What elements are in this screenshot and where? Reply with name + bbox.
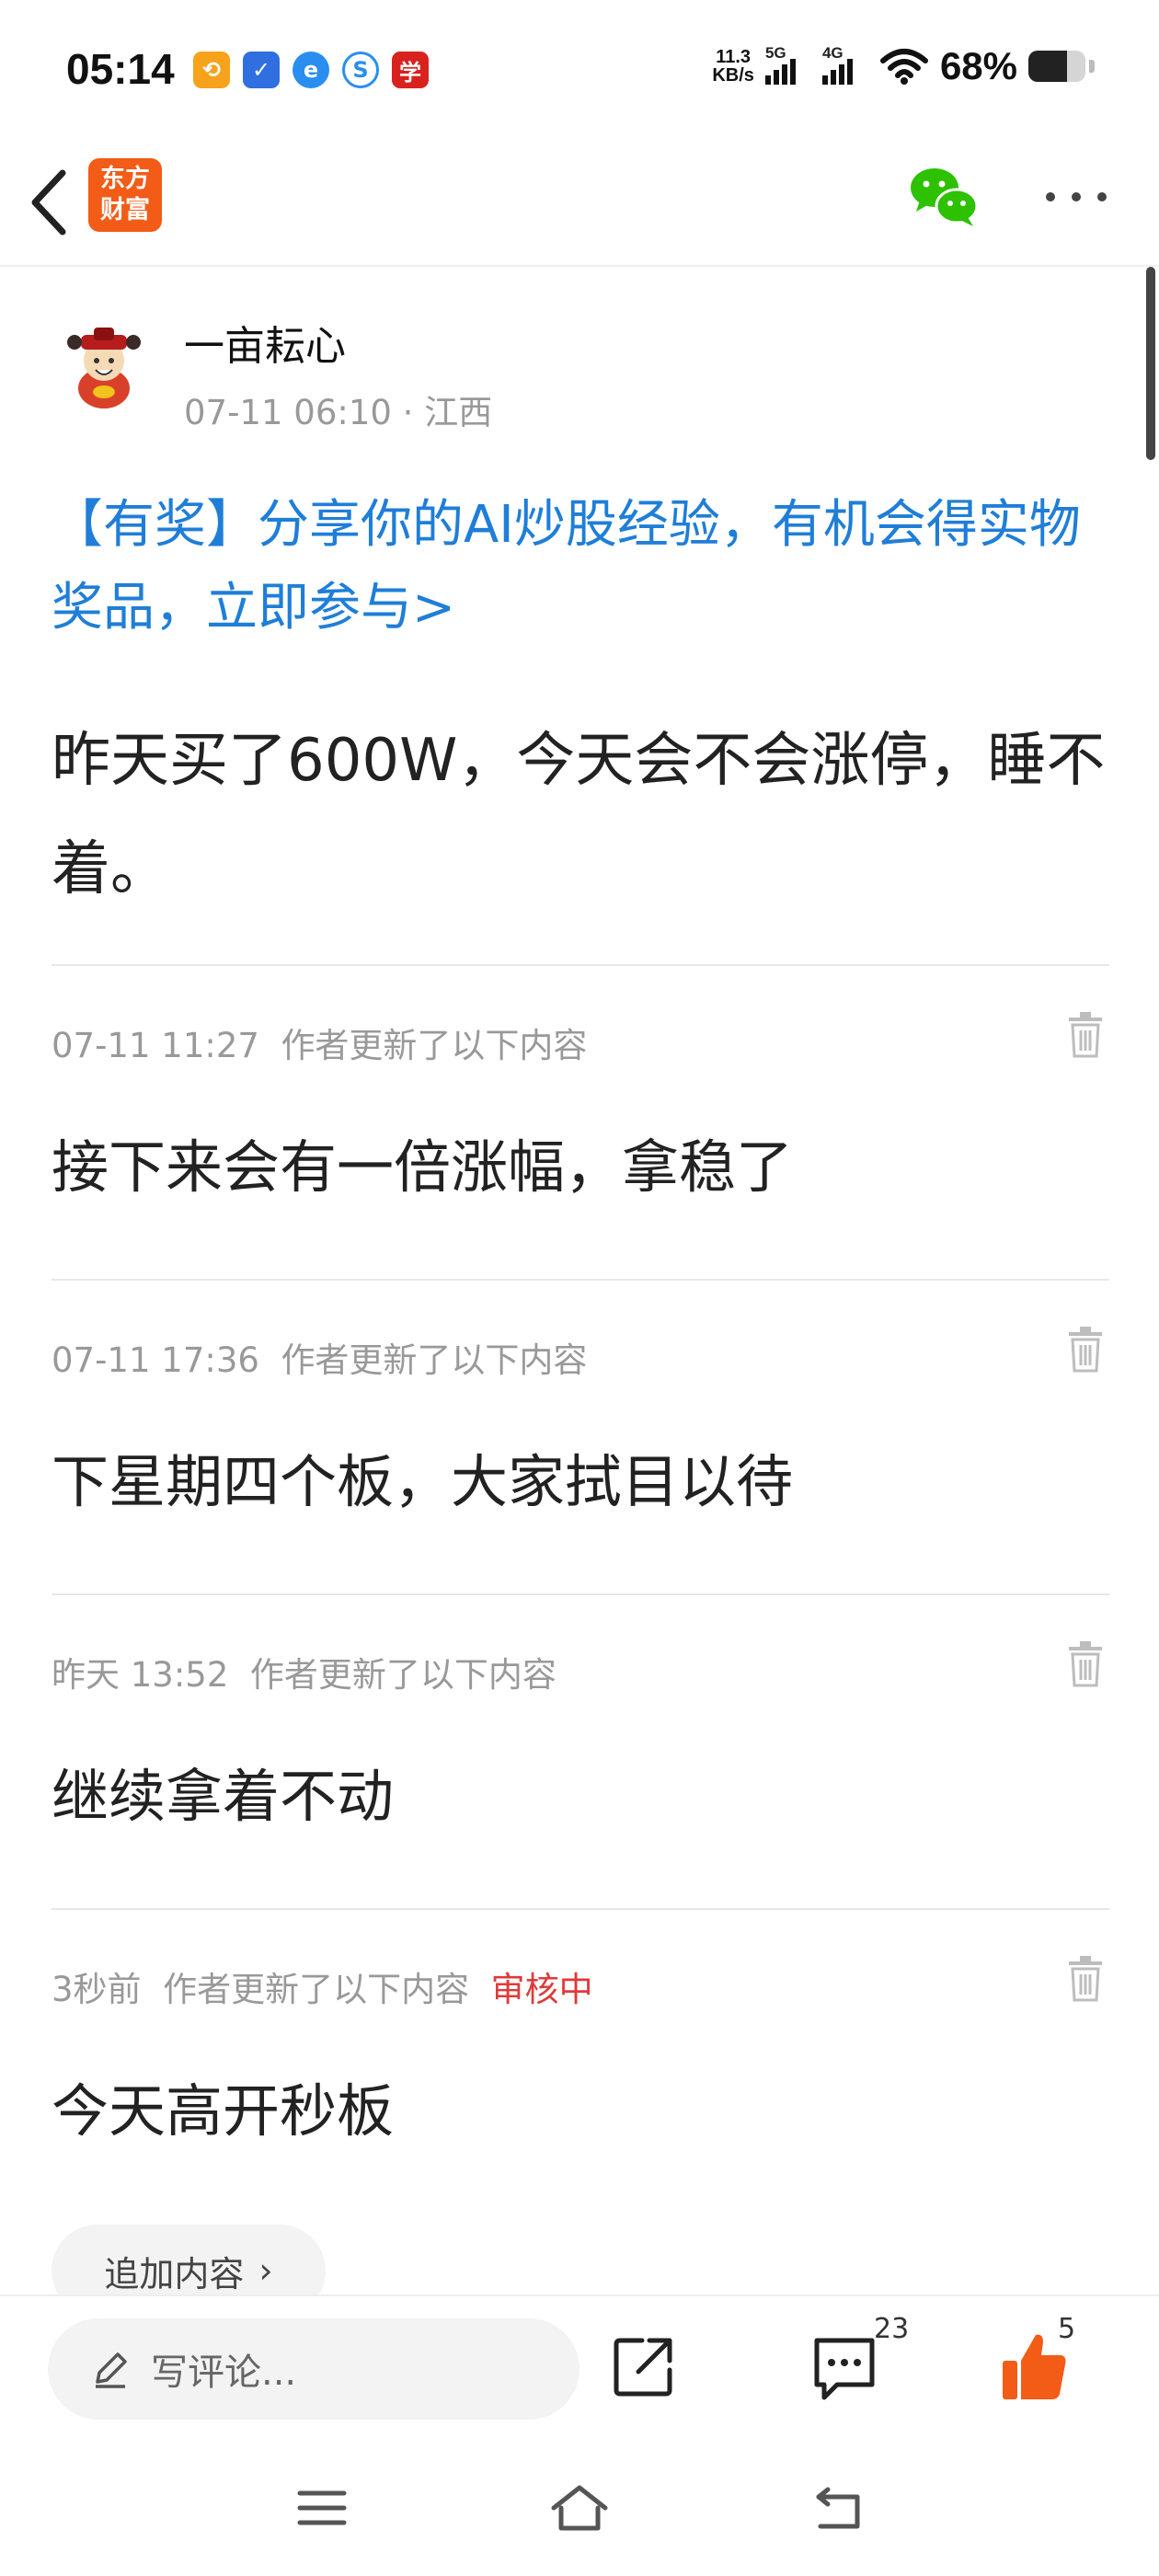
swirl-app-icon: S [342, 52, 379, 88]
cell-signal-5g-icon: 5G [764, 44, 811, 85]
update-text: 继续拿着不动 [52, 1763, 395, 1830]
update-text: 今天高开秒板 [52, 2077, 395, 2145]
battery-percent: 68% [939, 44, 1017, 87]
more-options-icon[interactable] [1041, 178, 1111, 215]
pencil-icon [96, 2352, 127, 2388]
system-status-icons: 11.3 KB/s 5G 4G 68% [712, 44, 1095, 88]
post-meta: 07-11 06:10 · 江西 [184, 385, 492, 434]
bottom-action-bar: 写评论... 23 5 [0, 2294, 1159, 2453]
home-icon[interactable] [548, 2480, 611, 2536]
update-meta: 3秒前 作者更新了以下内容 审核中 [52, 1961, 593, 2011]
update-item: 07-11 11:27 作者更新了以下内容 接下来会有一倍涨幅，拿稳了 [52, 964, 1109, 1277]
update-meta: 07-11 17:36 作者更新了以下内容 [52, 1332, 587, 1382]
append-label: 追加内容 [104, 2253, 245, 2294]
comment-placeholder: 写评论... [151, 2352, 297, 2394]
likes-count: 5 [1058, 2313, 1076, 2345]
update-meta: 昨天 13:52 作者更新了以下内容 [52, 1647, 557, 1696]
update-meta: 07-11 11:27 作者更新了以下内容 [52, 1018, 587, 1067]
red-app-icon: 学 [392, 52, 429, 88]
update-item: 07-11 17:36 作者更新了以下内容 下星期四个板，大家拭目以待 [52, 1279, 1109, 1592]
trash-icon[interactable] [1067, 1012, 1104, 1058]
post-timestamp: 07-11 06:10 [184, 393, 392, 432]
trash-icon[interactable] [1067, 1956, 1104, 2002]
back-nav-icon[interactable] [809, 2480, 865, 2536]
blue-circle-app-icon: e [293, 52, 329, 88]
wifi-icon [879, 49, 928, 85]
update-text: 下星期四个板，大家拭目以待 [52, 1448, 794, 1515]
update-text: 接下来会有一倍涨幅，拿稳了 [52, 1133, 794, 1201]
battery-cap [1089, 60, 1095, 73]
comment-icon[interactable] [809, 2333, 879, 2403]
update-time: 昨天 13:52 [52, 1655, 229, 1695]
update-item: 3秒前 作者更新了以下内容 审核中 今天高开秒板 [52, 1908, 1109, 2221]
comment-input[interactable]: 写评论... [48, 2318, 580, 2420]
promo-link[interactable]: 【有奖】分享你的AI炒股经验，有机会得实物奖品，立即参与> [52, 484, 1109, 650]
comments-count: 23 [874, 2313, 910, 2345]
update-label: 作者更新了以下内容 [249, 1655, 557, 1695]
notification-app-icons: ⟲ ✓ e S 学 [193, 52, 429, 88]
update-time: 3秒前 [52, 1970, 142, 2009]
update-divider [52, 1279, 1109, 1281]
update-time: 07-11 11:27 [52, 1026, 259, 1065]
update-time: 07-11 17:36 [52, 1340, 259, 1380]
cell-signal-4g-icon: 4G [821, 44, 868, 85]
update-divider [52, 964, 1109, 966]
author-avatar[interactable] [53, 315, 155, 416]
shield-app-icon: ✓ [243, 52, 280, 88]
top-nav-bar: 东方 财富 [0, 138, 1159, 267]
nav-divider [0, 265, 1159, 267]
update-label: 作者更新了以下内容 [281, 1026, 588, 1065]
network-speed: 11.3 KB/s [712, 47, 754, 86]
post-body: 昨天买了600W，今天会不会涨停，睡不着。 [52, 727, 1106, 903]
wechat-share-icon[interactable] [909, 164, 979, 228]
update-label: 作者更新了以下内容 [163, 1970, 470, 2009]
meta-separator: · [402, 393, 414, 432]
status-time: 05:14 [66, 45, 175, 93]
post-location: 江西 [424, 393, 493, 432]
scroll-indicator[interactable] [1146, 267, 1155, 460]
review-status: 审核中 [490, 1970, 593, 2009]
update-divider [52, 1908, 1109, 1910]
trash-icon[interactable] [1067, 1641, 1104, 1687]
trash-icon[interactable] [1067, 1327, 1104, 1373]
share-icon[interactable] [611, 2333, 677, 2399]
chevron-right-icon: › [258, 2250, 273, 2291]
menu-icon[interactable] [294, 2480, 350, 2536]
system-nav-bar [0, 2451, 1159, 2576]
status-bar: 05:14 ⟲ ✓ e S 学 11.3 KB/s 5G 4G 68% [0, 0, 1159, 138]
update-label: 作者更新了以下内容 [281, 1340, 588, 1380]
update-item: 昨天 13:52 作者更新了以下内容 继续拿着不动 [52, 1593, 1109, 1906]
orange-app-icon: ⟲ [193, 52, 230, 88]
eastmoney-logo: 东方 财富 [88, 158, 162, 232]
author-name[interactable]: 一亩耘心 [184, 313, 346, 372]
battery-icon [1028, 51, 1085, 82]
update-divider [52, 1593, 1109, 1595]
back-arrow-icon[interactable] [22, 164, 77, 241]
